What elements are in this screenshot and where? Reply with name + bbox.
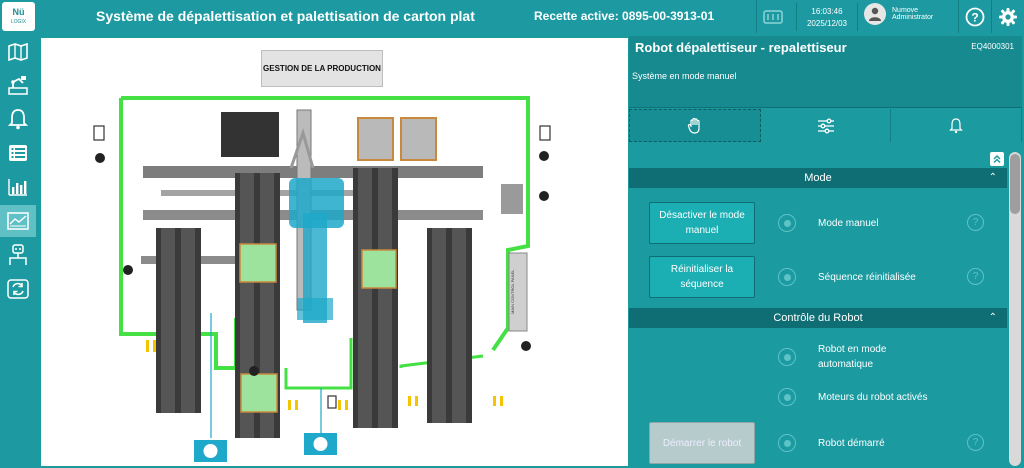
list-icon — [9, 145, 27, 161]
logo-text: Nü — [12, 7, 25, 17]
bar-chart-icon — [8, 179, 27, 196]
label-robot-motors: Moteurs du robot activés — [818, 392, 928, 403]
sidebar-item-list[interactable] — [0, 137, 36, 169]
sidebar-item-sync[interactable] — [0, 273, 36, 305]
status-led-robot-motors — [778, 388, 796, 406]
double-chevron-up-icon — [993, 154, 1001, 164]
help-robot-started-icon[interactable]: ? — [967, 434, 984, 451]
network-icon — [762, 9, 783, 24]
chevron-up-icon: ⌃ — [988, 312, 997, 323]
robot-cell-icon — [8, 76, 28, 95]
date-time: 16:03:46 2025/12/03 — [796, 3, 858, 31]
section-robot-control-header[interactable]: Contrôle du Robot ⌃ — [629, 308, 1007, 328]
avatar — [864, 3, 886, 25]
equipment-title: Robot dépalettiseur - repalettiseur — [635, 40, 847, 55]
sliders-icon — [817, 118, 834, 133]
sidebar-item-alarms[interactable] — [0, 103, 36, 135]
sidebar-item-robot-cell[interactable] — [0, 69, 36, 101]
user-role: Administrator — [892, 14, 934, 21]
help-sequence-reset-icon[interactable]: ? — [967, 268, 984, 285]
label-robot-started: Robot démarré — [818, 438, 885, 449]
tab-parameters[interactable] — [761, 109, 892, 142]
bell-icon — [8, 109, 28, 130]
gear-icon — [999, 7, 1017, 26]
equipment-tabs — [629, 109, 1023, 142]
svg-text:?: ? — [971, 10, 978, 24]
reset-sequence-button[interactable]: Réinitialiser la séquence — [649, 256, 755, 298]
app-title: Système de dépalettisation et palettisat… — [96, 8, 475, 24]
help-button[interactable]: ? — [958, 0, 990, 33]
sidebar-item-operator[interactable] — [0, 239, 36, 271]
bell-icon — [949, 117, 964, 133]
user-icon — [869, 7, 881, 21]
sync-icon — [7, 279, 29, 299]
help-icon: ? — [965, 7, 984, 26]
label-sequence-reset: Séquence réinitialisée — [818, 272, 916, 283]
disable-manual-mode-button[interactable]: Désactiver le mode manuel — [649, 202, 755, 244]
status-led-manual-mode — [778, 214, 796, 232]
chevron-up-icon: ⌃ — [988, 172, 997, 183]
system-status: Système en mode manuel — [632, 71, 737, 81]
hand-icon — [687, 117, 700, 134]
help-manual-mode-icon[interactable]: ? — [967, 214, 984, 231]
network-status-button[interactable] — [756, 0, 788, 33]
operator-icon — [9, 244, 27, 265]
sidebar — [0, 33, 36, 468]
section-mode-header[interactable]: Mode ⌃ — [629, 168, 1007, 188]
sidebar-item-statistics[interactable] — [0, 171, 36, 203]
user-name: Numove — [892, 7, 919, 14]
equipment-header: Robot dépalettiseur - repalettiseur EQ40… — [629, 36, 1022, 108]
status-led-robot-started — [778, 434, 796, 452]
label-manual-mode: Mode manuel — [818, 218, 879, 229]
layout-drawing — [93, 96, 551, 462]
scroll-to-top-button[interactable] — [990, 152, 1004, 166]
top-bar: Nü LOGIX Système de dépalettisation et p… — [0, 0, 1024, 33]
synoptic-panel: GESTION DE LA PRODUCTION MAIN CONTROL PA… — [41, 38, 628, 466]
nu-logix-logo[interactable]: Nü LOGIX — [2, 2, 35, 31]
sidebar-item-synoptic[interactable] — [0, 205, 36, 237]
tab-manual[interactable] — [629, 109, 761, 142]
status-led-robot-auto — [778, 348, 796, 366]
map-icon — [8, 43, 28, 61]
scrollbar-thumb[interactable] — [1010, 154, 1020, 214]
sidebar-item-map[interactable] — [0, 36, 36, 68]
panel-scrollbar[interactable] — [1009, 152, 1021, 466]
section-robot-control-title: Contrôle du Robot — [773, 312, 863, 324]
user-account[interactable]: Numove Administrator — [864, 3, 933, 25]
active-recipe: Recette active: 0895-00-3913-01 — [534, 9, 715, 23]
section-mode-title: Mode — [804, 172, 832, 184]
status-led-sequence-reset — [778, 268, 796, 286]
settings-button[interactable] — [991, 0, 1024, 33]
clock-time: 16:03:46 — [811, 7, 843, 16]
tab-alarms[interactable] — [891, 109, 1023, 142]
production-management-button[interactable]: GESTION DE LA PRODUCTION — [261, 50, 383, 87]
equipment-id: EQ4000301 — [971, 42, 1014, 51]
synoptic-icon — [7, 212, 29, 230]
main-control-panel-label: MAIN CONTROL PANEL — [510, 269, 515, 315]
logo-subtext: LOGIX — [10, 19, 27, 25]
label-robot-auto: Robot en mode automatique — [818, 344, 887, 370]
clock-date: 2025/12/03 — [806, 19, 848, 28]
start-robot-button[interactable]: Démarrer le robot — [649, 422, 755, 464]
